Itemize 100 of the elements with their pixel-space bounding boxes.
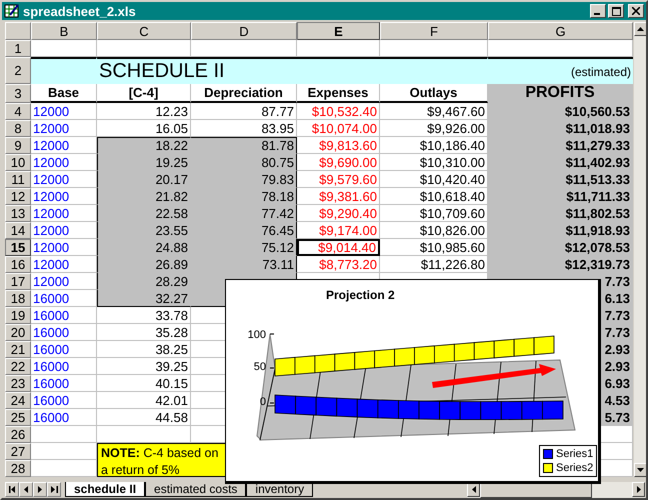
row-header[interactable]: 14 [5, 222, 31, 239]
sheet-tab[interactable]: schedule II [65, 482, 146, 497]
row-header[interactable]: 1 [5, 40, 31, 57]
column-header[interactable]: G [488, 22, 633, 40]
table-cell: 23.55 [97, 222, 191, 239]
table-cell: $9,690.00 [297, 154, 380, 171]
table-cell: 40.15 [97, 375, 191, 392]
active-cell[interactable]: $9,014.40 [297, 239, 380, 256]
cell-text: (estimated) [488, 57, 633, 84]
first-sheet-button[interactable] [5, 482, 19, 497]
table-cell: 16000 [31, 392, 97, 409]
table-cell: 16000 [31, 341, 97, 358]
table-cell: 28.29 [97, 273, 191, 290]
row-header[interactable]: 8 [5, 120, 31, 137]
table-cell: $11,918.93 [488, 222, 633, 239]
table-cell: $9,174.00 [297, 222, 380, 239]
legend-label: Series2 [556, 462, 594, 474]
row-header[interactable]: 15 [5, 239, 31, 256]
sheet-title: SCHEDULE II [97, 57, 488, 84]
table-cell: $8,773.20 [297, 256, 380, 273]
table-cell: 78.18 [191, 188, 297, 205]
row-header[interactable]: 19 [5, 307, 31, 324]
first-arrow-icon [8, 486, 16, 493]
row-header[interactable]: 20 [5, 324, 31, 341]
row-header[interactable]: 22 [5, 358, 31, 375]
table-cell: 12000 [31, 120, 97, 137]
last-sheet-button[interactable] [47, 482, 61, 497]
row-header[interactable]: 25 [5, 409, 31, 426]
row-header[interactable]: 24 [5, 392, 31, 409]
table-cell: 73.11 [191, 256, 297, 273]
row-header[interactable]: 13 [5, 205, 31, 222]
axis-tick-label: 0 [260, 396, 266, 408]
column-heading: Base [31, 84, 97, 103]
maximize-icon [612, 6, 620, 16]
column-header[interactable]: C [97, 22, 191, 40]
table-cell: 32.27 [97, 290, 191, 307]
column-header[interactable]: F [380, 22, 488, 40]
table-cell: 77.42 [191, 205, 297, 222]
scroll-right-button[interactable] [632, 482, 645, 497]
previous-sheet-button[interactable] [19, 482, 33, 497]
chart-title: Projection 2 [326, 288, 395, 302]
column-heading: PROFITS [488, 84, 633, 103]
table-cell: 16000 [31, 358, 97, 375]
axis-tick-label: 50 [254, 361, 266, 373]
table-cell: $12,078.53 [488, 239, 633, 256]
table-cell: 22.58 [97, 205, 191, 222]
table-cell: 75.12 [191, 239, 297, 256]
horizontal-scrollbar[interactable] [467, 482, 645, 498]
row-header[interactable]: 28 [5, 460, 31, 477]
table-cell: $11,711.33 [488, 188, 633, 205]
next-sheet-button[interactable] [33, 482, 47, 497]
close-icon [632, 7, 640, 15]
table-cell: $11,513.33 [488, 171, 633, 188]
table-cell: 16000 [31, 324, 97, 341]
spreadsheet-icon [4, 3, 20, 19]
chart-panel[interactable]: Projection 2 100 50 0 Series1 Series2 [225, 279, 601, 484]
maximize-button[interactable] [608, 4, 624, 18]
scroll-down-button[interactable] [634, 463, 646, 477]
minimize-button[interactable] [590, 4, 606, 18]
scroll-up-button[interactable] [634, 22, 646, 36]
table-cell: $9,813.60 [297, 137, 380, 154]
row-header[interactable]: 2 [5, 57, 31, 84]
close-button[interactable] [628, 4, 644, 18]
row-header[interactable]: 21 [5, 341, 31, 358]
row-header[interactable]: 4 [5, 103, 31, 120]
column-header[interactable]: B [31, 22, 97, 40]
row-header[interactable]: 11 [5, 171, 31, 188]
table-cell: 26.89 [97, 256, 191, 273]
table-cell: 39.25 [97, 358, 191, 375]
table-cell: $11,402.93 [488, 154, 633, 171]
column-header[interactable]: E [297, 22, 380, 40]
table-cell: $9,579.60 [297, 171, 380, 188]
row-header[interactable]: 23 [5, 375, 31, 392]
legend-label: Series1 [556, 448, 594, 460]
right-arrow-icon [636, 486, 640, 493]
right-arrow-icon [38, 486, 42, 493]
row-header[interactable]: 16 [5, 256, 31, 273]
table-cell: $9,381.60 [297, 188, 380, 205]
row-header[interactable]: 17 [5, 273, 31, 290]
row-header[interactable]: 3 [5, 84, 31, 103]
sheet-tab[interactable]: estimated costs [145, 482, 246, 497]
select-all-button[interactable] [5, 22, 31, 40]
table-cell: 12000 [31, 103, 97, 120]
vertical-scrollbar[interactable] [634, 22, 646, 477]
table-cell: 12.23 [97, 103, 191, 120]
table-cell: $11,018.93 [488, 120, 633, 137]
table-cell: 42.01 [97, 392, 191, 409]
row-header[interactable]: 10 [5, 154, 31, 171]
row-header[interactable]: 12 [5, 188, 31, 205]
table-cell: 18.22 [97, 137, 191, 154]
column-header[interactable]: D [191, 22, 297, 40]
row-header[interactable]: 26 [5, 426, 31, 443]
table-cell: 81.78 [191, 137, 297, 154]
row-header[interactable]: 9 [5, 137, 31, 154]
table-cell: 44.58 [97, 409, 191, 426]
row-header[interactable]: 27 [5, 443, 31, 460]
table-cell: 19.25 [97, 154, 191, 171]
row-header[interactable]: 18 [5, 290, 31, 307]
table-cell: 80.75 [191, 154, 297, 171]
table-cell: $12,319.73 [488, 256, 633, 273]
